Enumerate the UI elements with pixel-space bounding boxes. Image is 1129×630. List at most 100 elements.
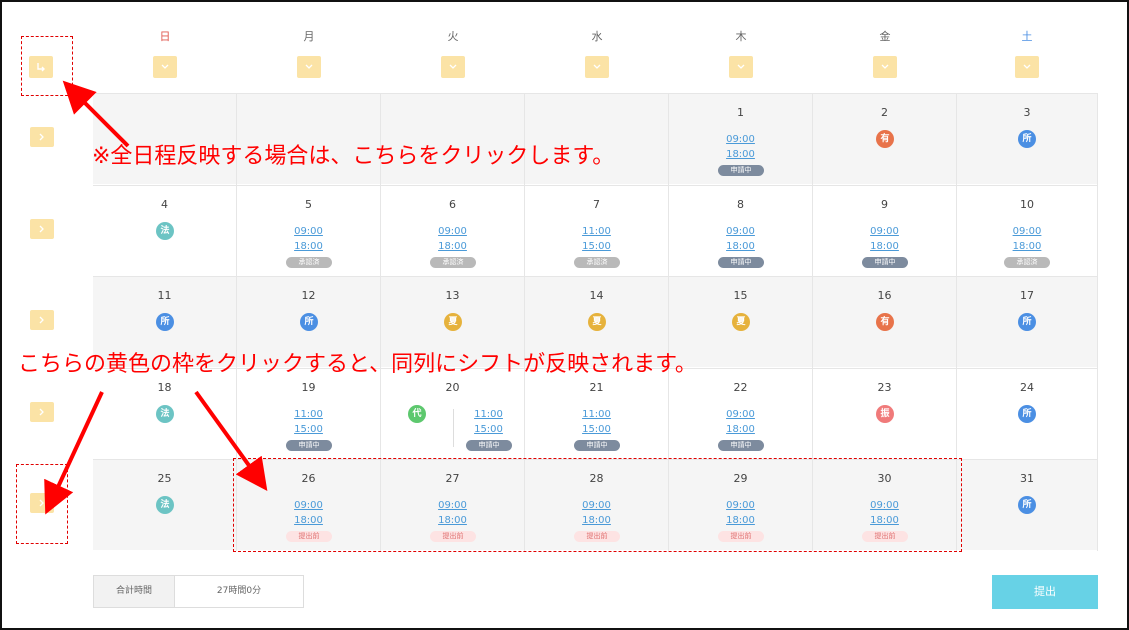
day-cell[interactable]: 16 有 <box>813 277 957 369</box>
shift-start-time[interactable]: 11:00 <box>525 224 668 239</box>
shift-end-time[interactable]: 18:00 <box>669 422 812 437</box>
day-cell[interactable]: 4法 <box>93 185 237 277</box>
shift-times[interactable]: 09:00 18:00 <box>237 224 380 254</box>
day-number: 11 <box>157 289 172 303</box>
shift-start-time[interactable]: 11:00 <box>453 407 524 422</box>
column-apply-button[interactable] <box>873 56 897 78</box>
shift-end-time[interactable]: 18:00 <box>669 239 812 254</box>
day-number: 20 <box>445 380 460 394</box>
shift-start-time[interactable]: 09:00 <box>381 224 524 239</box>
total-hours-value: 27時間0分 <box>216 586 262 596</box>
column-apply-button[interactable] <box>297 56 321 78</box>
shift-start-time[interactable]: 09:00 <box>669 224 812 239</box>
chevron-down-icon <box>305 64 313 69</box>
shift-end-time[interactable]: 18:00 <box>237 239 380 254</box>
shift-times[interactable]: 09:00 18:00 <box>381 224 524 254</box>
day-cell[interactable]: 19 11:00 15:00 申請中 <box>237 368 381 460</box>
row-apply-button[interactable] <box>30 310 54 330</box>
day-number: 5 <box>305 197 312 211</box>
weekday-label: 土 <box>1021 30 1033 43</box>
shift-times[interactable]: 11:00 15:00 <box>525 407 668 437</box>
day-number: 15 <box>733 289 748 303</box>
shift-end-time[interactable]: 15:00 <box>237 422 380 437</box>
weekday-label: 木 <box>735 30 747 43</box>
column-apply-button[interactable] <box>729 56 753 78</box>
column-apply-button[interactable] <box>441 56 465 78</box>
day-cell[interactable]: 3所 <box>957 94 1098 185</box>
status-badge: 申請中 <box>466 439 512 451</box>
day-number: 12 <box>301 289 316 303</box>
chevron-down-icon <box>1023 64 1031 69</box>
day-cell[interactable]: 8 09:00 18:00 申請中 <box>669 185 813 277</box>
day-number: 24 <box>1020 380 1034 394</box>
shift-times[interactable]: 11:00 15:00 <box>453 407 524 437</box>
submit-button[interactable]: 提出 <box>992 575 1098 609</box>
leave-badge: 所 <box>300 313 318 332</box>
day-cell[interactable]: 5 09:00 18:00 承認済 <box>237 185 381 277</box>
day-number: 8 <box>737 197 744 211</box>
shift-end-time[interactable]: 15:00 <box>525 422 668 437</box>
shift-start-time[interactable]: 09:00 <box>669 407 812 422</box>
day-cell[interactable]: 21 11:00 15:00 申請中 <box>525 368 669 460</box>
day-cell[interactable]: 24 所 <box>957 368 1098 460</box>
day-cell[interactable]: 2有 <box>813 94 957 185</box>
chevron-right-icon <box>39 133 44 141</box>
shift-times[interactable]: 09:00 18:00 <box>669 132 812 162</box>
shift-start-time[interactable]: 11:00 <box>525 407 668 422</box>
shift-end-time[interactable]: 18:00 <box>669 147 812 162</box>
day-cell[interactable]: 10 09:00 18:00 承認済 <box>957 185 1098 277</box>
day-cell[interactable]: 25 法 <box>93 460 237 552</box>
day-cell[interactable]: 9 09:00 18:00 申請中 <box>813 185 957 277</box>
week-row: 4 法 5 09:00 18:00 承認済 6 09:00 18:00 承認済 7 11:00 15:0… <box>93 184 1098 277</box>
shift-start-time[interactable]: 09:00 <box>669 132 812 147</box>
shift-times[interactable]: 11:00 15:00 <box>525 224 668 254</box>
shift-times[interactable]: 09:00 18:00 <box>669 407 812 437</box>
row-apply-button[interactable] <box>30 218 54 239</box>
day-cell[interactable]: 18 法 <box>93 368 237 460</box>
day-number: 31 <box>1020 472 1034 486</box>
status-badge: 承認済 <box>1004 256 1050 268</box>
shift-end-time[interactable]: 15:00 <box>453 422 524 437</box>
chevron-down-icon <box>737 64 745 69</box>
shift-start-time[interactable]: 11:00 <box>237 407 380 422</box>
row-apply-button[interactable] <box>30 401 54 422</box>
annotation-note-yellow-frame: こちらの黄色の枠をクリックすると、同列にシフトが反映されます。 <box>18 352 697 377</box>
day-number: 9 <box>881 197 888 211</box>
shift-start-time[interactable]: 09:00 <box>957 224 1097 239</box>
column-apply-button[interactable] <box>153 56 177 78</box>
day-cell[interactable]: 20 代 11:00 15:00 申請中 <box>381 368 525 460</box>
shift-times[interactable]: 09:00 18:00 <box>813 224 956 254</box>
shift-times[interactable]: 11:00 15:00 <box>237 407 380 437</box>
day-number: 25 <box>157 472 172 486</box>
shift-end-time[interactable]: 18:00 <box>957 239 1097 254</box>
leave-badge: 有 <box>876 313 894 332</box>
shift-end-time[interactable]: 15:00 <box>525 239 668 254</box>
total-hours-label: 合計時間 <box>94 576 175 607</box>
shift-end-time[interactable]: 18:00 <box>813 239 956 254</box>
chevron-down-icon <box>449 64 457 69</box>
shift-times[interactable]: 09:00 18:00 <box>669 224 812 254</box>
day-cell[interactable]: 22 09:00 18:00 申請中 <box>669 368 813 460</box>
shift-start-time[interactable]: 09:00 <box>813 224 956 239</box>
day-cell[interactable]: 7 11:00 15:00 承認済 <box>525 185 669 277</box>
day-cell[interactable]: 6 09:00 18:00 承認済 <box>381 185 525 277</box>
shift-times[interactable]: 09:00 18:00 <box>957 224 1097 254</box>
status-badge: 申請中 <box>718 439 764 451</box>
column-apply-button[interactable] <box>585 56 609 78</box>
leave-badge: 所 <box>1018 130 1036 148</box>
chevron-right-icon <box>39 225 44 232</box>
row-apply-button[interactable] <box>30 127 54 147</box>
chevron-down-icon <box>881 64 889 69</box>
day-cell[interactable]: 17 所 <box>957 277 1098 369</box>
shift-end-time[interactable]: 18:00 <box>381 239 524 254</box>
chevron-right-icon <box>39 316 44 324</box>
column-apply-button[interactable] <box>1015 56 1039 78</box>
shift-start-time[interactable]: 09:00 <box>237 224 380 239</box>
day-cell[interactable]: 23 振 <box>813 368 957 460</box>
annotation-box-week-row <box>233 458 962 552</box>
status-badge: 申請中 <box>286 439 332 451</box>
day-cell[interactable]: 1 09:00 18:00 申請中 <box>669 94 813 185</box>
status-badge: 申請中 <box>862 256 908 268</box>
day-cell[interactable]: 31 所 <box>957 460 1098 552</box>
status-badge: 承認済 <box>430 256 476 268</box>
